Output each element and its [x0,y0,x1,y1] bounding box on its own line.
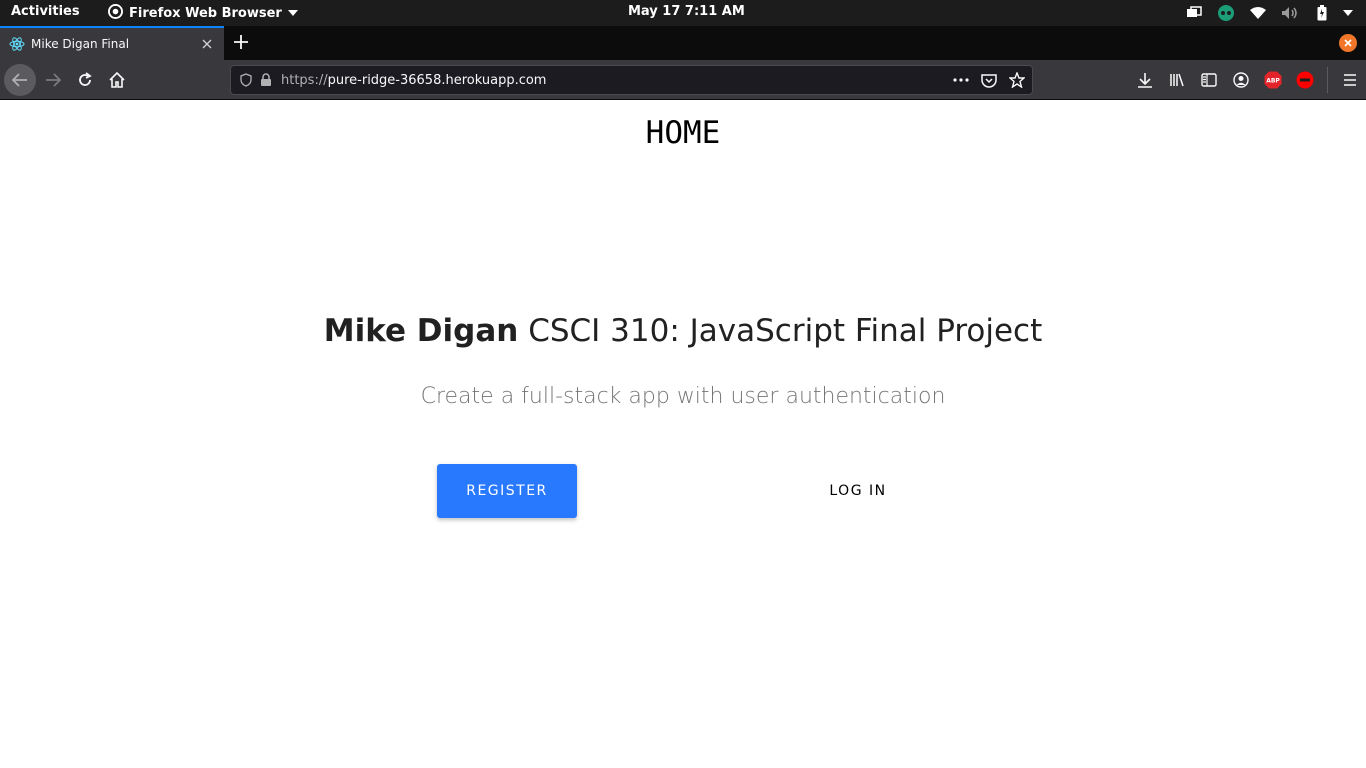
svg-text:ABP: ABP [1266,78,1280,85]
battery-icon[interactable] [1312,3,1332,23]
wifi-icon[interactable] [1248,3,1268,23]
chevron-down-icon [287,6,298,21]
download-icon[interactable] [1129,64,1161,96]
screen-icon[interactable] [1184,3,1204,23]
address-bar[interactable]: https://pure-ridge-36658.herokuapp.com [230,65,1033,95]
adblock-icon[interactable]: ABP [1257,64,1289,96]
subtitle: Create a full-stack app with user authen… [420,384,946,409]
app-menu[interactable]: Firefox Web Browser [108,4,298,23]
volume-icon[interactable] [1280,3,1300,23]
headline: Mike Digan CSCI 310: JavaScript Final Pr… [0,313,1366,349]
active-tab[interactable]: Mike Digan Final [0,26,224,60]
url-text[interactable]: https://pure-ridge-36658.herokuapp.com [281,73,942,88]
project-title: CSCI 310: JavaScript Final Project [518,313,1043,349]
page-content: HOME Mike Digan CSCI 310: JavaScript Fin… [0,101,1366,768]
tab-strip: Mike Digan Final [0,26,1366,60]
account-icon[interactable] [1225,64,1257,96]
toolbar-divider [1327,67,1328,93]
activities-button[interactable]: Activities [11,4,80,19]
library-icon[interactable] [1161,64,1193,96]
react-icon [9,36,25,52]
system-top-bar: Activities Firefox Web Browser May 17 7:… [0,0,1366,26]
page-title[interactable]: HOME [0,115,1366,151]
chevron-down-icon[interactable] [1338,3,1358,23]
bookmark-star-icon[interactable] [1008,71,1026,89]
page-actions-icon[interactable] [952,71,970,89]
chat-icon[interactable] [1216,3,1236,23]
new-tab-button[interactable] [230,31,252,53]
lock-icon[interactable] [257,71,275,89]
back-button[interactable] [4,64,36,96]
menu-icon[interactable] [1334,64,1366,96]
forward-button[interactable] [37,64,69,96]
firefox-icon [108,4,123,23]
navigation-bar: https://pure-ridge-36658.herokuapp.com A… [0,60,1366,100]
login-button[interactable]: LOG IN [808,464,908,518]
reload-button[interactable] [69,64,101,96]
app-menu-label: Firefox Web Browser [129,6,282,21]
author-name: Mike Digan [323,313,519,349]
block-icon[interactable] [1289,64,1321,96]
window-close-button[interactable] [1339,34,1357,52]
register-button[interactable]: REGISTER [437,464,577,518]
shield-icon[interactable] [237,71,255,89]
url-scheme: https:// [281,72,328,88]
url-host: pure-ridge-36658.herokuapp.com [327,72,547,88]
pocket-icon[interactable] [980,71,998,89]
toolbar-right: ABP [1129,60,1366,100]
sidebar-icon[interactable] [1193,64,1225,96]
home-button[interactable] [101,64,133,96]
close-icon[interactable] [197,34,217,54]
tab-title: Mike Digan Final [31,37,130,51]
clock[interactable]: May 17 7:11 AM [628,4,745,19]
system-tray[interactable] [1172,3,1358,23]
